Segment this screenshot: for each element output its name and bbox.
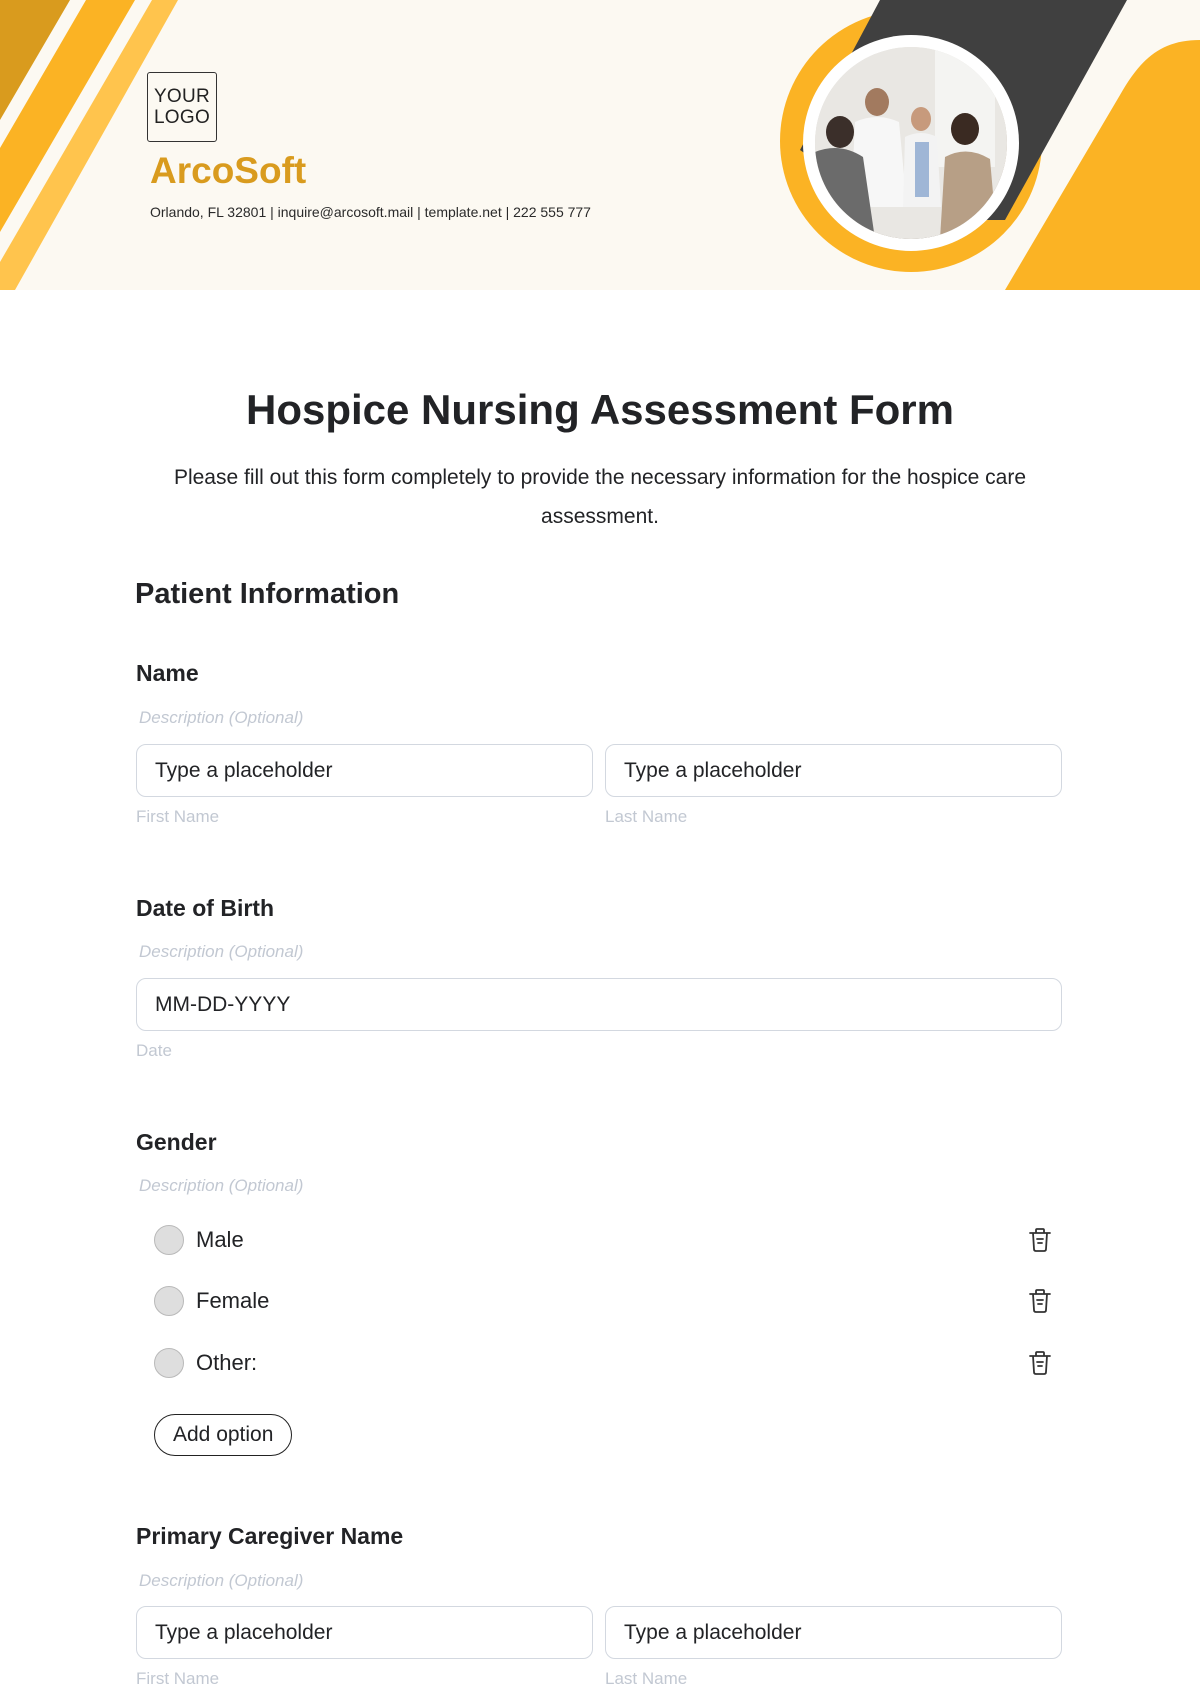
form-title: Hospice Nursing Assessment Form bbox=[246, 386, 954, 433]
radio-button[interactable] bbox=[154, 1348, 184, 1378]
question-description-caregiver[interactable]: Description (Optional) bbox=[139, 1571, 303, 1591]
radio-option-female[interactable]: Female bbox=[154, 1284, 1054, 1318]
first-name-input[interactable]: Type a placeholder bbox=[136, 744, 593, 797]
radio-option-label: Other: bbox=[196, 1350, 258, 1375]
caregiver-last-name-sublabel: Last Name bbox=[605, 1669, 688, 1688]
radio-option-label: Male bbox=[196, 1227, 244, 1252]
radio-option-other[interactable]: Other: bbox=[154, 1346, 1054, 1380]
trash-icon[interactable] bbox=[1025, 1225, 1055, 1255]
decorative-stripes bbox=[0, 0, 1200, 290]
date-sublabel: Date bbox=[136, 1041, 172, 1060]
last-name-input[interactable]: Type a placeholder bbox=[605, 744, 1062, 797]
date-of-birth-input[interactable]: MM-DD-YYYY bbox=[136, 978, 1062, 1031]
question-label-name: Name bbox=[136, 660, 199, 686]
radio-button[interactable] bbox=[154, 1286, 184, 1316]
form-intro: Please fill out this form completely to … bbox=[173, 466, 1027, 528]
question-description-dob[interactable]: Description (Optional) bbox=[139, 942, 303, 962]
radio-option-male[interactable]: Male bbox=[154, 1223, 1054, 1257]
add-option-button[interactable]: Add option bbox=[154, 1414, 293, 1456]
letterhead-header: YOUR LOGO ArcoSoft Orlando, FL 32801 | i… bbox=[0, 0, 1200, 290]
question-label-gender: Gender bbox=[136, 1129, 217, 1155]
trash-icon[interactable] bbox=[1025, 1348, 1055, 1378]
brand-name: ArcoSoft bbox=[150, 150, 307, 191]
last-name-sublabel: Last Name bbox=[605, 807, 688, 826]
contact-info: Orlando, FL 32801 | inquire@arcosoft.mai… bbox=[150, 204, 591, 220]
radio-option-label: Female bbox=[196, 1288, 270, 1313]
caregiver-first-name-sublabel: First Name bbox=[136, 1669, 220, 1688]
clinic-photo-illustration bbox=[815, 47, 1007, 239]
section-title-patient-information: Patient Information bbox=[135, 578, 400, 610]
logo-text-line2: LOGO bbox=[153, 107, 211, 128]
question-label-dob: Date of Birth bbox=[136, 895, 274, 921]
question-description-name[interactable]: Description (Optional) bbox=[139, 708, 303, 728]
first-name-sublabel: First Name bbox=[136, 807, 220, 826]
radio-button[interactable] bbox=[154, 1225, 184, 1255]
caregiver-last-name-input[interactable]: Type a placeholder bbox=[605, 1606, 1062, 1659]
question-label-caregiver: Primary Caregiver Name bbox=[136, 1523, 404, 1549]
logo-placeholder: YOUR LOGO bbox=[147, 72, 217, 142]
caregiver-first-name-input[interactable]: Type a placeholder bbox=[136, 1606, 593, 1659]
question-description-gender[interactable]: Description (Optional) bbox=[139, 1176, 303, 1196]
trash-icon[interactable] bbox=[1025, 1286, 1055, 1316]
logo-text-line1: YOUR bbox=[153, 86, 211, 107]
header-photo bbox=[815, 47, 1007, 239]
